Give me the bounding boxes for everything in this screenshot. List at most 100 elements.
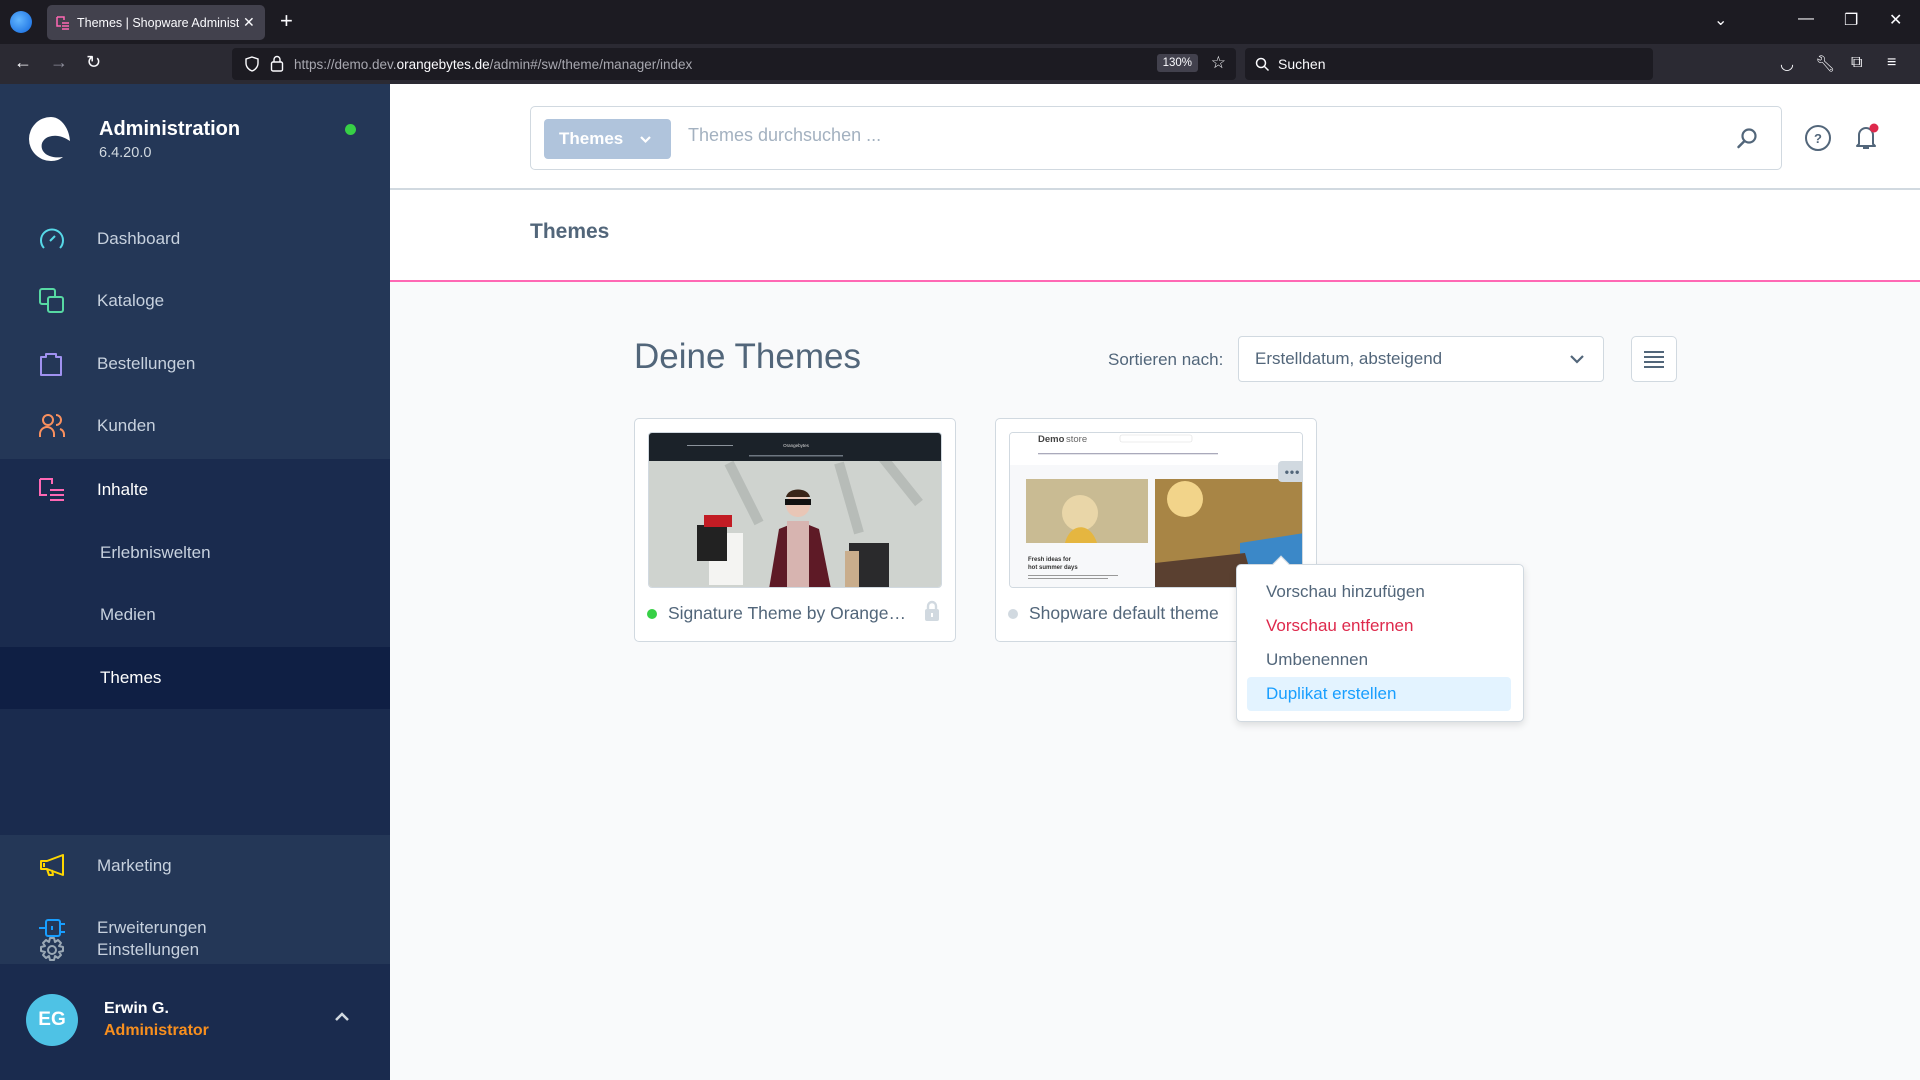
- theme-status-dot-inactive: [1008, 608, 1018, 619]
- search-input[interactable]: [688, 125, 1688, 146]
- menu-item-remove-preview[interactable]: Vorschau entfernen: [1247, 609, 1511, 643]
- tab-close-icon[interactable]: ✕: [243, 14, 255, 31]
- browser-search-bar[interactable]: Suchen: [1245, 48, 1653, 80]
- theme-more-actions-button[interactable]: •••: [1278, 461, 1302, 482]
- content-icon: [39, 478, 64, 501]
- page-header: Themes: [390, 190, 1920, 282]
- sidebar-item-dashboard[interactable]: Dashboard: [0, 208, 390, 270]
- signature-theme-preview: Orangebytes: [649, 433, 941, 587]
- svg-text:store: store: [1066, 434, 1087, 445]
- brand: Administration 6.4.20.0: [28, 116, 240, 162]
- firefox-logo-icon: [10, 11, 32, 33]
- reload-icon[interactable]: ↻: [86, 52, 101, 73]
- customers-icon: [39, 414, 65, 437]
- browser-search-placeholder: Suchen: [1278, 56, 1326, 72]
- sidebar-item-kataloge[interactable]: Kataloge: [0, 270, 390, 332]
- sidebar-item-label: Inhalte: [97, 480, 149, 499]
- user-role: Administrator: [104, 1022, 209, 1039]
- close-window-icon[interactable]: ✕: [1889, 10, 1902, 30]
- catalog-icon: [39, 288, 64, 313]
- help-icon[interactable]: ?: [1804, 124, 1832, 152]
- sidebar-item-marketing[interactable]: Marketing: [0, 835, 390, 897]
- notification-bell-icon[interactable]: [1851, 122, 1881, 152]
- orders-icon: [40, 353, 62, 376]
- svg-text:hot summer days: hot summer days: [1028, 565, 1078, 571]
- bookmark-star-icon[interactable]: ☆: [1211, 53, 1226, 73]
- sidebar-item-label: Themes: [100, 668, 162, 687]
- shopware-logo-icon: [29, 117, 70, 161]
- svg-text:Orangebytes: Orangebytes: [783, 443, 810, 448]
- status-online-dot: [345, 124, 356, 135]
- chevron-down-icon: [1570, 355, 1584, 364]
- theme-manager-content: Deine Themes Sortieren nach: Erstelldatu…: [390, 282, 1920, 1080]
- sidebar-item-label: Erlebniswelten: [100, 543, 211, 562]
- list-icon: [1644, 351, 1664, 368]
- theme-context-menu: Vorschau hinzufügen Vorschau entfernen U…: [1236, 555, 1524, 722]
- sidebar-item-label: Marketing: [97, 856, 172, 875]
- theme-preview-image: Orangebytes: [648, 432, 942, 588]
- menu-item-rename[interactable]: Umbenennen: [1247, 643, 1511, 677]
- page-title: Themes: [530, 220, 610, 243]
- user-name: Erwin G.: [104, 1000, 169, 1017]
- search-type-label: Themes: [559, 129, 624, 148]
- sidebar-subitem-medien[interactable]: Medien: [0, 584, 390, 646]
- sidebar-item-label: Einstellungen: [97, 940, 200, 959]
- sidebar-item-bestellungen[interactable]: Bestellungen: [0, 333, 390, 395]
- minimize-icon[interactable]: —: [1798, 10, 1814, 28]
- theme-name: Signature Theme by Orangebytes: [668, 603, 908, 623]
- browser-title-bar: Themes | Shopware Administration ✕ + ⌄ —…: [0, 0, 1920, 44]
- section-title: Deine Themes: [634, 337, 861, 376]
- menu-item-duplicate[interactable]: Duplikat erstellen: [1247, 677, 1511, 711]
- list-tabs-icon[interactable]: ⌄: [1714, 10, 1727, 30]
- top-search-bar: Themes ?: [390, 84, 1920, 190]
- sidebar-subitem-erlebniswelten[interactable]: Erlebniswelten: [0, 522, 390, 584]
- restore-icon[interactable]: ❐: [1844, 10, 1858, 30]
- app-title: Administration: [99, 117, 241, 140]
- sort-select[interactable]: Erstelldatum, absteigend: [1238, 336, 1604, 382]
- hamburger-menu-icon[interactable]: ≡: [1887, 54, 1896, 72]
- svg-text:Demo: Demo: [1038, 434, 1065, 445]
- shield-icon[interactable]: [244, 56, 260, 72]
- dashboard-icon: [40, 228, 64, 249]
- menu-item-add-preview[interactable]: Vorschau hinzufügen: [1247, 575, 1511, 609]
- forward-icon[interactable]: →: [50, 52, 68, 73]
- content-icon: [56, 15, 69, 30]
- sidebar-item-label: Kataloge: [97, 291, 165, 310]
- app-version: 6.4.20.0: [99, 144, 152, 161]
- sort-label: Sortieren nach:: [1108, 350, 1224, 369]
- search-icon: [1255, 57, 1270, 71]
- svg-text:Fresh ideas for: Fresh ideas for: [1028, 557, 1072, 563]
- sidebar-item-label: Dashboard: [97, 229, 181, 248]
- sidebar-item-kunden[interactable]: Kunden: [0, 395, 390, 457]
- list-view-toggle-button[interactable]: [1631, 336, 1677, 382]
- theme-card-footer: Signature Theme by Orangebytes: [647, 600, 947, 624]
- theme-name: Shopware default theme: [1029, 603, 1219, 623]
- svg-text:?: ?: [1814, 131, 1822, 146]
- chevron-up-icon[interactable]: [334, 1012, 350, 1022]
- back-icon[interactable]: ←: [14, 52, 32, 73]
- new-tab-button[interactable]: +: [280, 8, 293, 34]
- search-icon[interactable]: [1735, 127, 1759, 151]
- sort-value: Erstelldatum, absteigend: [1255, 349, 1443, 368]
- extensions-puzzle-icon[interactable]: ⧉: [1851, 54, 1862, 72]
- sidebar-group-inhalte: Inhalte Erlebniswelten Medien Themes: [0, 459, 390, 835]
- tab-title: Themes | Shopware Administration: [77, 15, 239, 30]
- sidebar-item-inhalte[interactable]: Inhalte: [0, 459, 390, 521]
- pocket-icon[interactable]: ◡: [1780, 54, 1794, 74]
- avatar: EG: [26, 994, 78, 1046]
- search-type-dropdown[interactable]: Themes: [544, 119, 671, 159]
- theme-card[interactable]: Orangebytes Signature Theme by Orangebyt…: [634, 418, 956, 642]
- browser-nav-bar: ← → ↻ https://demo.dev.orangebytes.de/ad…: [0, 44, 1920, 84]
- url-text: https://demo.dev.orangebytes.de/admin#/s…: [294, 56, 693, 72]
- zoom-level-badge[interactable]: 130%: [1156, 54, 1198, 72]
- user-menu[interactable]: EG Erwin G. Administrator: [0, 964, 390, 1080]
- global-search: Themes: [530, 106, 1782, 170]
- url-bar[interactable]: https://demo.dev.orangebytes.de/admin#/s…: [232, 48, 1236, 80]
- theme-status-dot-active: [647, 608, 657, 619]
- settings-icon: [40, 937, 64, 961]
- browser-tab-active[interactable]: Themes | Shopware Administration ✕: [47, 5, 265, 40]
- wrench-icon[interactable]: 🔧︎: [1815, 54, 1835, 74]
- sidebar-subitem-themes[interactable]: Themes: [0, 647, 390, 709]
- sidebar-item-label: Bestellungen: [97, 354, 196, 373]
- app-root: Administration 6.4.20.0 Dashboard Katalo…: [0, 84, 1920, 1080]
